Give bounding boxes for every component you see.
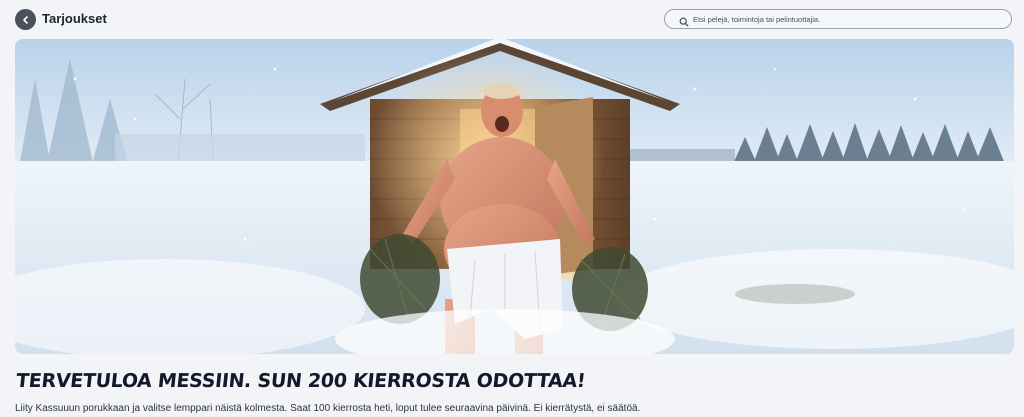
search-icon	[679, 14, 689, 32]
hero-image	[15, 39, 1014, 354]
promotions-page: Tarjoukset Etsi pelejä, toimintoja tai p…	[0, 0, 1024, 417]
header: Tarjoukset	[0, 0, 1024, 38]
chevron-left-icon	[21, 15, 31, 25]
search-bar[interactable]	[664, 9, 1012, 29]
promo-headline: Tervetuloa messiin. Sun 200 kierrosta od…	[15, 370, 587, 392]
hero-banner[interactable]	[15, 39, 1014, 354]
page-title: Tarjoukset	[42, 11, 107, 26]
promo-description: Liity Kassuuun porukkaan ja valitse lemp…	[15, 403, 641, 414]
search-input[interactable]	[693, 11, 993, 27]
back-button[interactable]	[15, 9, 36, 30]
